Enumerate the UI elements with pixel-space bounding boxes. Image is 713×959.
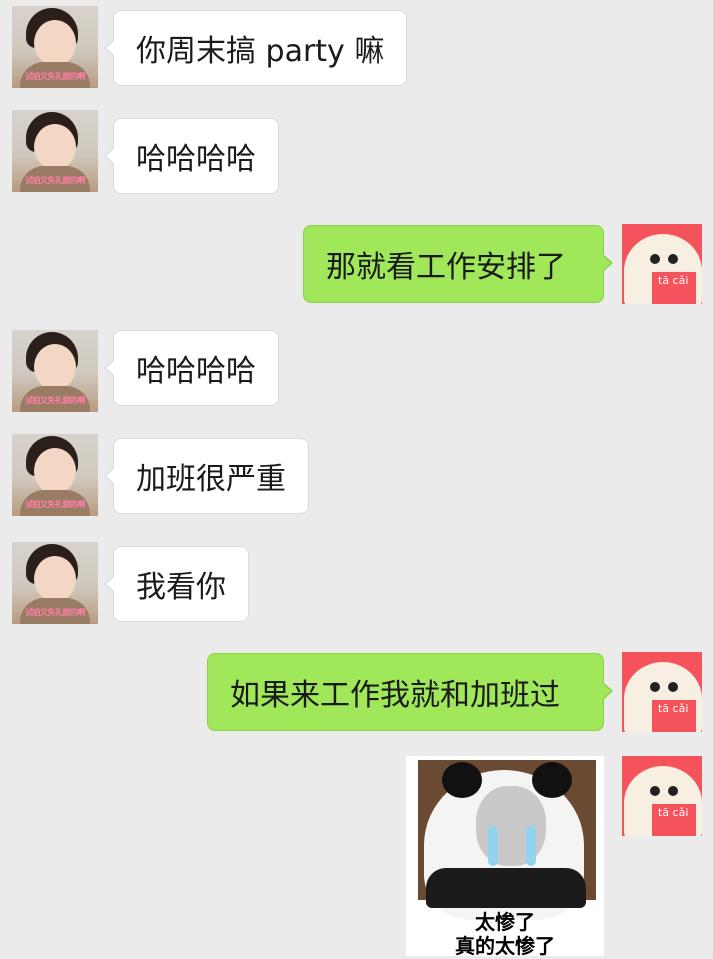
- panda-ear: [442, 762, 482, 798]
- contact-avatar[interactable]: 试拍又失礼貌的啊: [12, 6, 98, 88]
- outgoing-message[interactable]: 那就看工作安排了: [303, 225, 613, 303]
- avatar-eye: [650, 682, 660, 692]
- incoming-message[interactable]: 你周末搞 party 嘛: [103, 10, 408, 86]
- avatar-watermark: 试拍又失礼貌的啊: [25, 608, 86, 617]
- avatar-face: [34, 556, 76, 602]
- avatar-eye: [668, 254, 678, 264]
- contact-avatar[interactable]: 试拍又失礼貌的啊: [12, 542, 98, 624]
- self-avatar[interactable]: tā cǎi: [622, 756, 702, 836]
- avatar-eye: [668, 682, 678, 692]
- sticker-caption-line2: 真的太惨了: [455, 934, 555, 956]
- avatar-card-text: tā cǎi: [652, 804, 696, 836]
- contact-avatar[interactable]: 试拍又失礼貌的啊: [12, 110, 98, 192]
- contact-avatar[interactable]: 试拍又失礼貌的啊: [12, 330, 98, 412]
- avatar-face: [34, 344, 76, 390]
- self-avatar[interactable]: tā cǎi: [622, 224, 702, 304]
- avatar-watermark: 试拍又失礼貌的啊: [25, 176, 86, 185]
- avatar-face: [34, 20, 76, 66]
- avatar-face: [34, 124, 76, 170]
- tear-icon: [488, 826, 498, 866]
- outgoing-message[interactable]: 如果来工作我就和加班过: [207, 653, 613, 731]
- contact-avatar[interactable]: 试拍又失礼貌的啊: [12, 434, 98, 516]
- avatar-watermark: 试拍又失礼貌的啊: [25, 396, 86, 405]
- self-avatar[interactable]: tā cǎi: [622, 652, 702, 732]
- sticker-message[interactable]: 太惨了 真的太惨了: [406, 756, 604, 956]
- avatar-eye: [650, 786, 660, 796]
- avatar-face: [34, 448, 76, 494]
- avatar-eye: [668, 786, 678, 796]
- avatar-card-text: tā cǎi: [652, 272, 696, 304]
- tear-icon: [526, 826, 536, 866]
- avatar-watermark: 试拍又失礼貌的啊: [25, 72, 86, 81]
- incoming-message[interactable]: 哈哈哈哈: [104, 330, 279, 406]
- panda-ear: [532, 762, 572, 798]
- avatar-card-text: tā cǎi: [652, 700, 696, 732]
- avatar-eye: [650, 254, 660, 264]
- avatar-watermark: 试拍又失礼貌的啊: [25, 500, 86, 509]
- panda-arms: [426, 868, 586, 908]
- incoming-message[interactable]: 我看你: [104, 546, 249, 622]
- incoming-message[interactable]: 加班很严重: [104, 438, 309, 514]
- incoming-message[interactable]: 哈哈哈哈: [104, 118, 279, 194]
